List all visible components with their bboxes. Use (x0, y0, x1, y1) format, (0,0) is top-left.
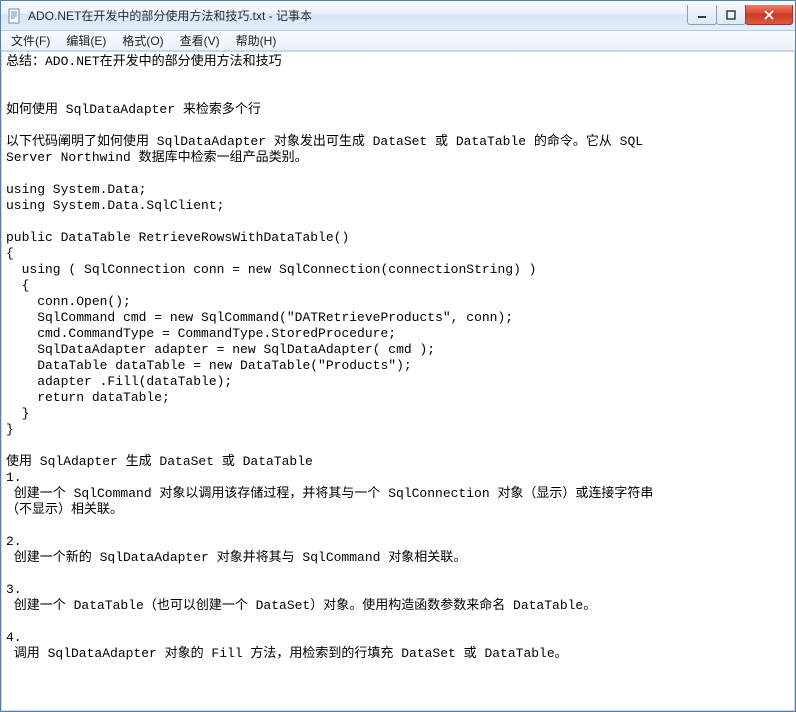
menu-format[interactable]: 格式(O) (114, 30, 171, 51)
close-button[interactable] (745, 5, 793, 25)
app-icon (7, 8, 23, 24)
menu-help[interactable]: 帮助(H) (228, 30, 285, 51)
menubar: 文件(F) 编辑(E) 格式(O) 查看(V) 帮助(H) (1, 31, 795, 51)
editor-frame: 总结：ADO.NET在开发中的部分使用方法和技巧 如何使用 SqlDataAda… (1, 51, 795, 711)
menu-view[interactable]: 查看(V) (172, 30, 228, 51)
window-buttons (688, 5, 793, 25)
menu-file[interactable]: 文件(F) (3, 30, 58, 51)
window-title: ADO.NET在开发中的部分使用方法和技巧.txt - 记事本 (28, 7, 688, 24)
text-editor[interactable]: 总结：ADO.NET在开发中的部分使用方法和技巧 如何使用 SqlDataAda… (2, 52, 794, 710)
maximize-button[interactable] (716, 5, 746, 25)
titlebar[interactable]: ADO.NET在开发中的部分使用方法和技巧.txt - 记事本 (1, 1, 795, 31)
menu-edit[interactable]: 编辑(E) (58, 30, 114, 51)
minimize-button[interactable] (687, 5, 717, 25)
